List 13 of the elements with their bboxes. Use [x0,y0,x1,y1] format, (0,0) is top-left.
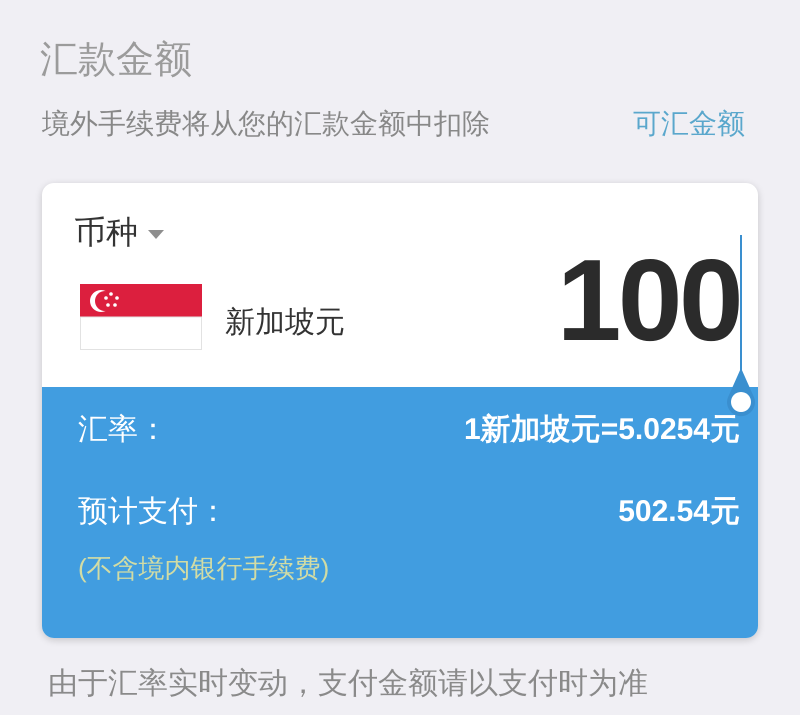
section-title: 汇款金额 [40,38,192,82]
footer-note: 由于汇率实时变动，支付金额请以支付时为准 [48,666,648,702]
amount-field[interactable]: 100 [556,242,740,358]
currency-name: 新加坡元 [225,305,345,341]
rate-label: 汇率： [78,412,168,448]
currency-dropdown[interactable]: 币种 [74,212,164,252]
payment-label: 预计支付： [78,494,228,530]
rate-value: 1新加坡元=5.0254元 [464,412,740,448]
fee-note: 境外手续费将从您的汇款金额中扣除 [42,107,490,141]
caret-icon [148,230,164,238]
payment-value: 502.54元 [618,494,740,530]
payment-note: (不含境内银行手续费) [78,552,330,585]
flag-icon [80,284,202,350]
